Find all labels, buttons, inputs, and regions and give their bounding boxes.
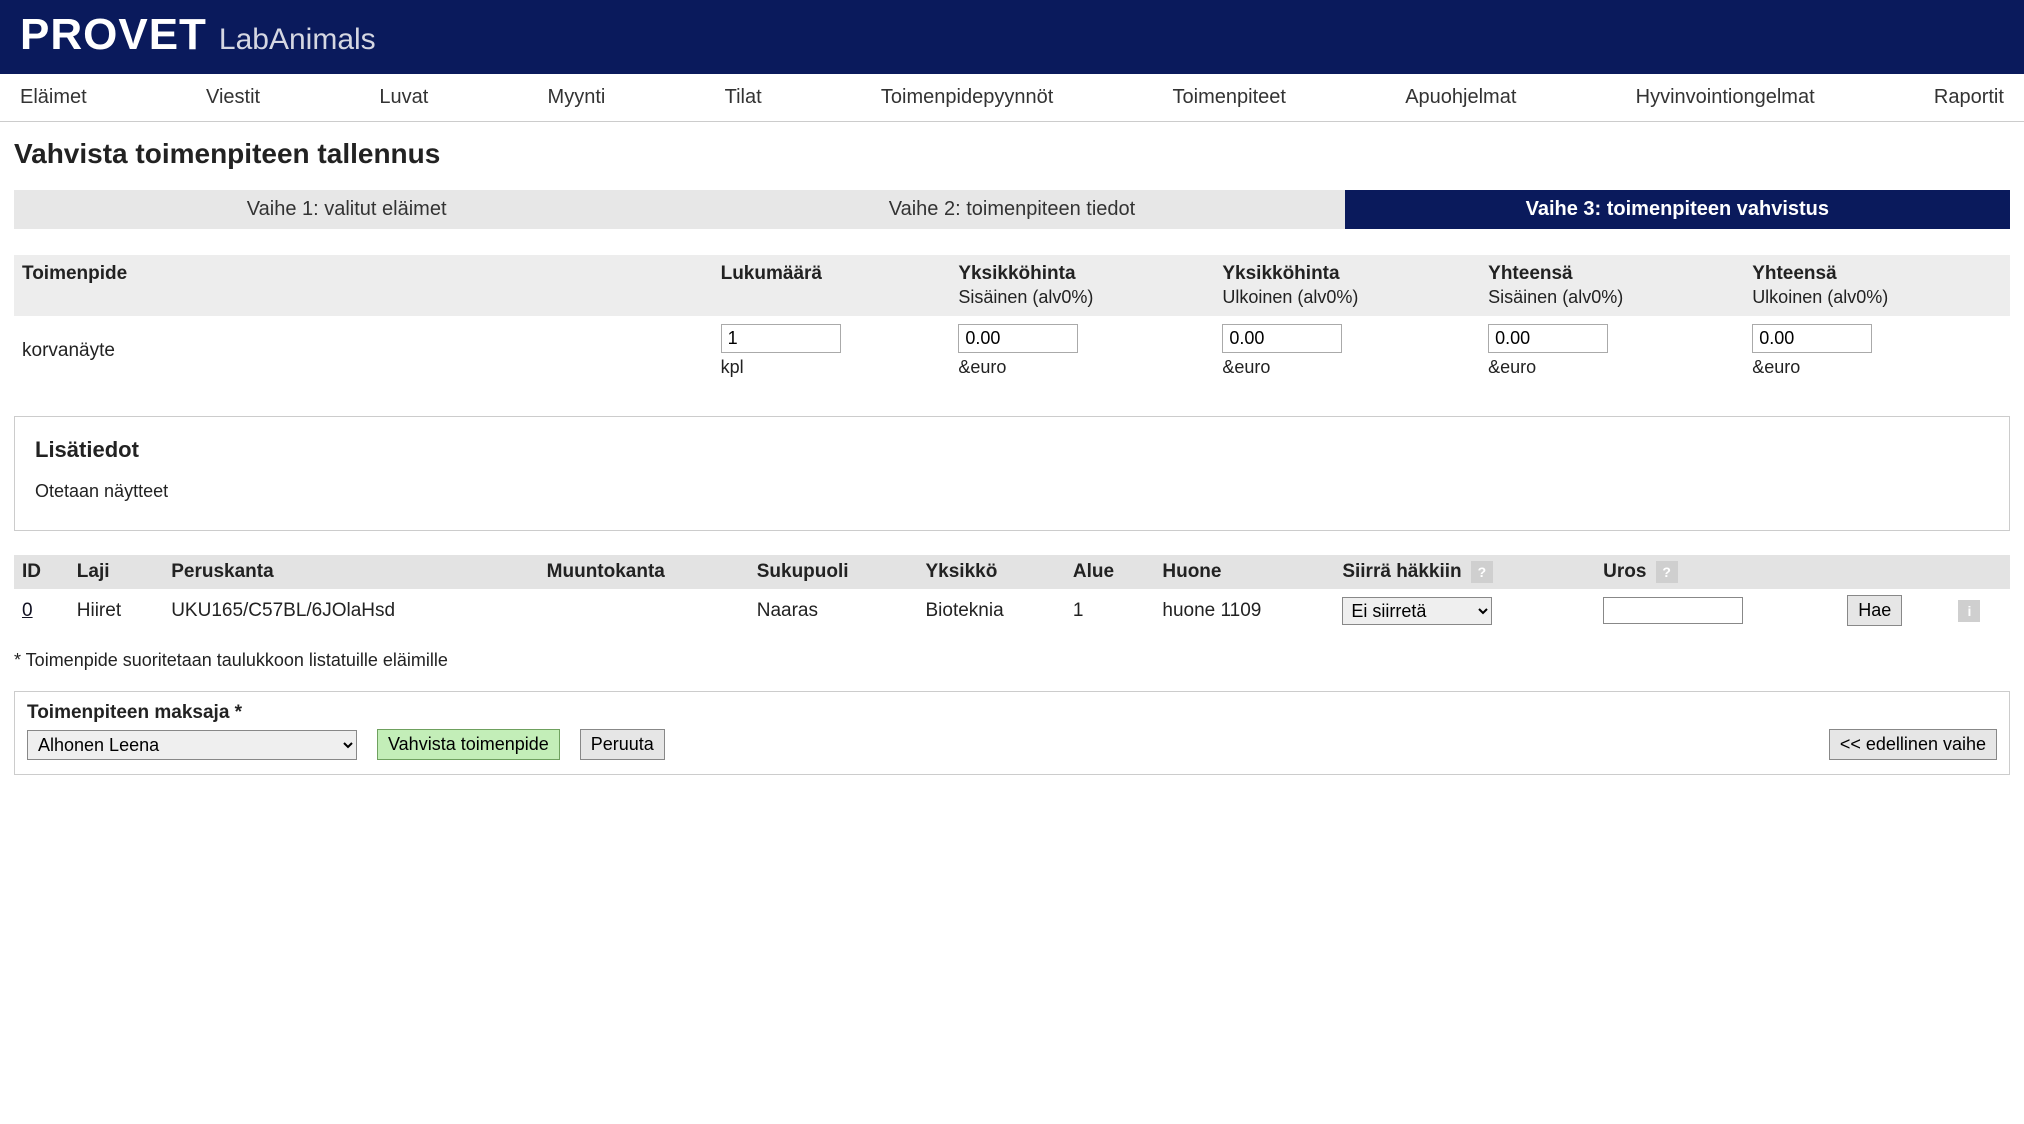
wizard-step-1[interactable]: Vaihe 1: valitut eläimet [14, 190, 679, 229]
col-siirra-label: Siirrä häkkiin [1342, 561, 1461, 582]
animal-peruskanta: UKU165/C57BL/6JOlaHsd [163, 589, 538, 632]
col-yht-sis-main: Yhteensä [1488, 263, 1572, 284]
col-lukumaara: Lukumäärä [713, 255, 951, 316]
page-title: Vahvista toimenpiteen tallennus [14, 138, 2010, 170]
nav-toimenpiteet[interactable]: Toimenpiteet [1173, 86, 1286, 109]
total-external-input[interactable] [1752, 324, 1872, 353]
col-sukupuoli: Sukupuoli [749, 555, 918, 589]
nav-tilat[interactable]: Tilat [725, 86, 762, 109]
price-name: korvanäyte [14, 316, 713, 386]
animal-muuntokanta [539, 589, 749, 632]
move-cage-select[interactable]: Ei siirretä [1342, 597, 1492, 625]
col-yht-ulk-sub: Ulkoinen (alv0%) [1752, 287, 2002, 308]
price-row: korvanäyte kpl &euro &euro &euro [14, 316, 2010, 386]
brand-main: PROVET [20, 10, 207, 60]
nav-viestit[interactable]: Viestit [206, 86, 260, 109]
info-icon[interactable]: i [1958, 600, 1980, 622]
top-nav: Eläimet Viestit Luvat Myynti Tilat Toime… [0, 74, 2024, 122]
unit-price-internal-input[interactable] [958, 324, 1078, 353]
nav-raportit[interactable]: Raportit [1934, 86, 2004, 109]
col-yks-ulk-sub: Ulkoinen (alv0%) [1222, 287, 1472, 308]
confirm-button[interactable]: Vahvista toimenpide [377, 729, 560, 760]
count-input[interactable] [721, 324, 841, 353]
nav-elaimet[interactable]: Eläimet [20, 86, 87, 109]
col-yht-ulk-main: Yhteensä [1752, 263, 1836, 284]
nav-luvat[interactable]: Luvat [379, 86, 428, 109]
animal-row: 0 Hiiret UKU165/C57BL/6JOlaHsd Naaras Bi… [14, 589, 2010, 632]
animal-table: ID Laji Peruskanta Muuntokanta Sukupuoli… [14, 555, 2010, 632]
animal-sukupuoli: Naaras [749, 589, 918, 632]
col-yks-sis-sub: Sisäinen (alv0%) [958, 287, 1206, 308]
currency-2: &euro [1222, 357, 1472, 378]
wizard-step-2[interactable]: Vaihe 2: toimenpiteen tiedot [679, 190, 1344, 229]
col-alue: Alue [1065, 555, 1155, 589]
col-uros-label: Uros [1603, 561, 1646, 582]
app-header: PROVET LabAnimals [0, 0, 2024, 74]
previous-step-button[interactable]: << edellinen vaihe [1829, 729, 1997, 760]
payer-select[interactable]: Alhonen Leena [27, 730, 357, 760]
brand-sub: LabAnimals [219, 23, 376, 57]
col-yks-sis-main: Yksikköhinta [958, 263, 1075, 284]
total-internal-input[interactable] [1488, 324, 1608, 353]
additional-info-text: Otetaan näytteet [35, 481, 1989, 502]
footnote: * Toimenpide suoritetaan taulukkoon list… [14, 650, 2010, 671]
help-icon[interactable]: ? [1471, 561, 1493, 583]
col-yks-ulk: Yksikköhinta Ulkoinen (alv0%) [1214, 255, 1480, 316]
animal-huone: huone 1109 [1154, 589, 1334, 632]
col-yks-ulk-main: Yksikköhinta [1222, 263, 1339, 284]
wizard-step-3[interactable]: Vaihe 3: toimenpiteen vahvistus [1345, 190, 2010, 229]
nav-myynti[interactable]: Myynti [548, 86, 606, 109]
col-yksikko: Yksikkö [917, 555, 1064, 589]
col-uros: Uros ? [1595, 555, 1839, 589]
currency-4: &euro [1752, 357, 2002, 378]
col-siirra: Siirrä häkkiin ? [1334, 555, 1595, 589]
animal-id-link[interactable]: 0 [22, 600, 33, 621]
animal-alue: 1 [1065, 589, 1155, 632]
content: Vahvista toimenpiteen tallennus Vaihe 1:… [0, 122, 2024, 791]
col-muuntokanta: Muuntokanta [539, 555, 749, 589]
price-table: Toimenpide Lukumäärä Yksikköhinta Sisäin… [14, 255, 2010, 386]
col-yht-sis: Yhteensä Sisäinen (alv0%) [1480, 255, 1744, 316]
col-laji: Laji [69, 555, 163, 589]
currency-1: &euro [958, 357, 1206, 378]
unit-price-external-input[interactable] [1222, 324, 1342, 353]
col-yht-sis-sub: Sisäinen (alv0%) [1488, 287, 1736, 308]
currency-3: &euro [1488, 357, 1736, 378]
payer-box: Toimenpiteen maksaja * Alhonen Leena Vah… [14, 691, 2010, 775]
col-peruskanta: Peruskanta [163, 555, 538, 589]
additional-info-heading: Lisätiedot [35, 437, 1989, 463]
additional-info-box: Lisätiedot Otetaan näytteet [14, 416, 2010, 531]
col-toimenpide: Toimenpide [14, 255, 713, 316]
nav-hyvinvointiongelmat[interactable]: Hyvinvointiongelmat [1636, 86, 1815, 109]
help-icon[interactable]: ? [1656, 561, 1678, 583]
payer-label: Toimenpiteen maksaja * [27, 702, 357, 724]
wizard-steps: Vaihe 1: valitut eläimet Vaihe 2: toimen… [14, 190, 2010, 229]
uros-input[interactable] [1603, 597, 1743, 624]
col-huone: Huone [1154, 555, 1334, 589]
nav-apuohjelmat[interactable]: Apuohjelmat [1405, 86, 1516, 109]
nav-toimenpidepyynnot[interactable]: Toimenpidepyynnöt [881, 86, 1053, 109]
count-unit: kpl [721, 357, 943, 378]
cancel-button[interactable]: Peruuta [580, 729, 665, 760]
hae-button[interactable]: Hae [1847, 595, 1902, 626]
animal-yksikko: Bioteknia [917, 589, 1064, 632]
col-id: ID [14, 555, 69, 589]
col-yks-sis: Yksikköhinta Sisäinen (alv0%) [950, 255, 1214, 316]
col-yht-ulk: Yhteensä Ulkoinen (alv0%) [1744, 255, 2010, 316]
animal-laji: Hiiret [69, 589, 163, 632]
